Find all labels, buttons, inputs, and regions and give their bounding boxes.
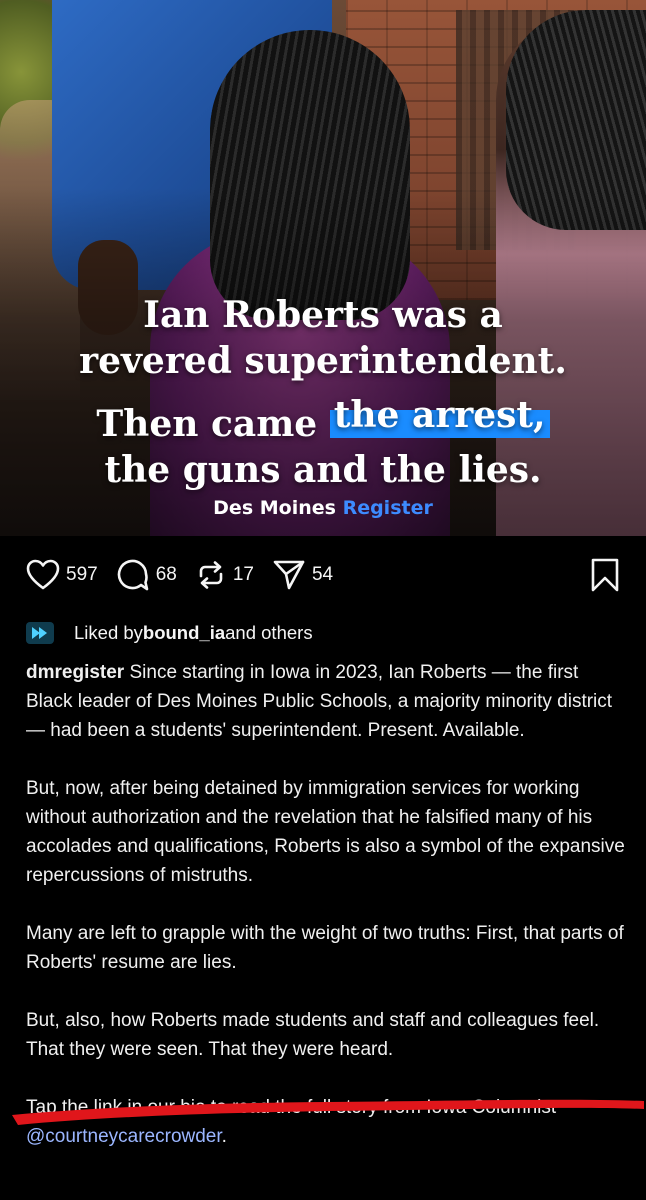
headline-highlight: the arrest, <box>329 397 550 438</box>
caption-paragraph-5-prefix: Tap the link in our bio to read the full… <box>26 1097 557 1118</box>
like-button[interactable]: 597 <box>26 559 98 591</box>
comment-count: 68 <box>155 564 177 585</box>
masthead-primary: Des Moines <box>213 497 336 519</box>
liked-by-prefix: Liked by <box>74 622 143 643</box>
comment-button[interactable]: 68 <box>116 558 177 592</box>
caption-paragraph-5-suffix: . <box>221 1126 227 1147</box>
publication-logo: Des Moines Register <box>0 497 646 519</box>
save-button[interactable] <box>590 558 620 597</box>
masthead-accent: Register <box>342 497 433 519</box>
repost-count: 17 <box>232 564 254 585</box>
liker-avatar[interactable] <box>26 622 54 644</box>
send-paper-plane-icon <box>273 560 305 590</box>
post-action-bar: 597 68 17 54 <box>26 556 620 594</box>
caption-paragraph-3: Many are left to grapple with the weight… <box>26 923 624 973</box>
post-caption: dmregister Since starting in Iowa in 202… <box>26 658 626 1180</box>
liked-by-user[interactable]: bound_ia <box>143 622 225 644</box>
caption-paragraph-4: But, also, how Roberts made students and… <box>26 1010 600 1060</box>
share-count: 54 <box>311 564 334 585</box>
bookmark-icon <box>591 558 619 592</box>
headline-line-3: Then came the arrest, <box>0 396 646 447</box>
repost-button[interactable]: 17 <box>195 559 254 591</box>
post-image[interactable]: Ian Roberts was a revered superintendent… <box>0 0 646 536</box>
headline-line-2: revered superintendent. <box>79 340 567 382</box>
liked-by-row[interactable]: Liked by bound_ia and others <box>26 622 313 644</box>
like-count: 597 <box>66 564 98 585</box>
share-button[interactable]: 54 <box>272 559 333 591</box>
headline-top: Ian Roberts was a revered superintendent… <box>0 292 646 384</box>
caption-mention-link[interactable]: @courtneycarecrowder <box>26 1126 222 1147</box>
headline-bottom: Then came the arrest, the guns and the l… <box>0 396 646 493</box>
caption-paragraph-5: Tap the link in our bio to read the full… <box>26 1093 626 1151</box>
caption-paragraph-2: But, now, after being detained by immigr… <box>26 778 625 886</box>
headline-highlight-text: the arrest, <box>333 394 546 436</box>
liked-by-suffix: and others <box>225 622 313 643</box>
headline-line-3-prefix: Then came <box>96 403 330 445</box>
repost-arrows-icon <box>199 561 223 589</box>
caption-username[interactable]: dmregister <box>26 662 124 683</box>
caption-paragraph-1: dmregister Since starting in Iowa in 202… <box>26 658 626 745</box>
comment-bubble-icon <box>117 559 149 591</box>
heart-icon <box>26 559 60 590</box>
headline-line-4: the guns and the lies. <box>104 449 542 491</box>
headline-line-1: Ian Roberts was a <box>143 294 503 336</box>
